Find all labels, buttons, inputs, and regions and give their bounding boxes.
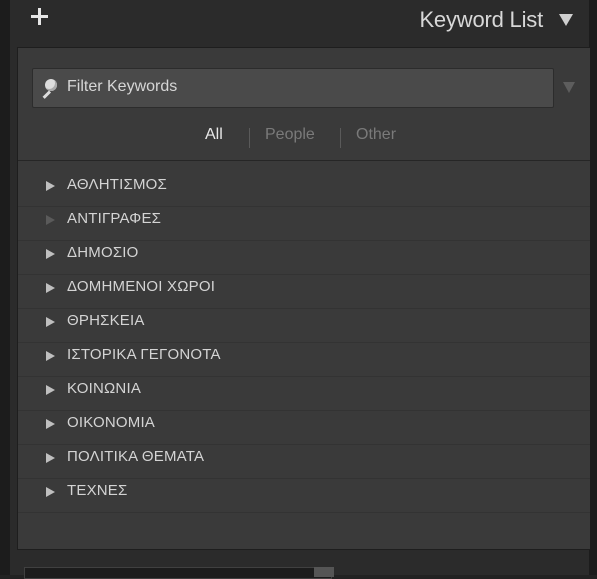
tab-other[interactable]: Other bbox=[356, 126, 396, 144]
keyword-row[interactable]: ΔΟΜΗΜΕΝΟΙ ΧΩΡΟΙ bbox=[18, 274, 590, 309]
tabs-divider bbox=[18, 160, 590, 161]
keyword-row[interactable]: ΙΣΤΟΡΙΚΑ ΓΕΓΟΝΟΤΑ bbox=[18, 342, 590, 377]
keyword-label: ΟΙΚΟΝΟΜΙΑ bbox=[67, 414, 156, 431]
plus-icon[interactable] bbox=[28, 4, 52, 28]
keyword-list-content: Filter Keywords All People Other ΑΘΛΗΤΙΣ… bbox=[17, 47, 590, 550]
tab-separator bbox=[249, 128, 250, 148]
filter-options-dropdown-icon[interactable] bbox=[563, 82, 575, 93]
keyword-label: ΠΟΛΙΤΙΚΑ ΘΕΜΑΤΑ bbox=[67, 448, 205, 465]
keyword-row[interactable]: ΔΗΜΟΣΙΟ bbox=[18, 240, 590, 275]
keyword-label: ΔΟΜΗΜΕΝΟΙ ΧΩΡΟΙ bbox=[67, 278, 216, 295]
keyword-row[interactable]: ΑΝΤΙΓΡΑΦΕΣ bbox=[18, 206, 590, 241]
disclosure-triangle-icon bbox=[46, 215, 55, 225]
keyword-label: ΙΣΤΟΡΙΚΑ ΓΕΓΟΝΟΤΑ bbox=[67, 346, 221, 363]
left-edge bbox=[0, 0, 10, 575]
triangle-down-icon[interactable] bbox=[559, 14, 573, 26]
next-panel-field[interactable] bbox=[24, 567, 332, 579]
panel-title[interactable]: Keyword List bbox=[419, 7, 543, 33]
tab-people[interactable]: People bbox=[265, 126, 315, 144]
disclosure-triangle-icon[interactable] bbox=[46, 249, 55, 259]
disclosure-triangle-icon[interactable] bbox=[46, 487, 55, 497]
keyword-label: ΑΘΛΗΤΙΣΜΟΣ bbox=[67, 176, 167, 193]
right-scrollbar-track[interactable] bbox=[589, 0, 597, 575]
keyword-label: ΤΕΧΝΕΣ bbox=[67, 482, 128, 499]
magnifier-icon bbox=[39, 78, 61, 100]
disclosure-triangle-icon[interactable] bbox=[46, 317, 55, 327]
tab-separator bbox=[340, 128, 341, 148]
disclosure-triangle-icon[interactable] bbox=[46, 453, 55, 463]
keyword-row[interactable]: ΘΡΗΣΚΕΙΑ bbox=[18, 308, 590, 343]
keyword-label: ΚΟΙΝΩΝΙΑ bbox=[67, 380, 142, 397]
keyword-row[interactable]: ΠΟΛΙΤΙΚΑ ΘΕΜΑΤΑ bbox=[18, 444, 590, 479]
disclosure-triangle-icon[interactable] bbox=[46, 181, 55, 191]
disclosure-triangle-icon[interactable] bbox=[46, 419, 55, 429]
next-panel-button[interactable] bbox=[314, 567, 334, 577]
keyword-list-panel: Keyword List Filter Keywords All People … bbox=[0, 0, 597, 579]
panel-header[interactable]: Keyword List bbox=[10, 0, 589, 46]
keyword-label: ΔΗΜΟΣΙΟ bbox=[67, 244, 139, 261]
keyword-label: ΑΝΤΙΓΡΑΦΕΣ bbox=[67, 210, 162, 227]
keyword-type-tabs: All People Other bbox=[18, 126, 590, 150]
disclosure-triangle-icon[interactable] bbox=[46, 283, 55, 293]
tab-all[interactable]: All bbox=[205, 126, 223, 144]
keyword-label: ΘΡΗΣΚΕΙΑ bbox=[67, 312, 145, 329]
keyword-row[interactable]: ΚΟΙΝΩΝΙΑ bbox=[18, 376, 590, 411]
keyword-row[interactable]: ΑΘΛΗΤΙΣΜΟΣ bbox=[18, 172, 590, 207]
keyword-row[interactable]: ΟΙΚΟΝΟΜΙΑ bbox=[18, 410, 590, 445]
filter-keywords-placeholder: Filter Keywords bbox=[67, 78, 178, 95]
disclosure-triangle-icon[interactable] bbox=[46, 351, 55, 361]
filter-keywords-input[interactable]: Filter Keywords bbox=[32, 68, 554, 108]
keyword-row[interactable]: ΤΕΧΝΕΣ bbox=[18, 478, 590, 513]
disclosure-triangle-icon[interactable] bbox=[46, 385, 55, 395]
